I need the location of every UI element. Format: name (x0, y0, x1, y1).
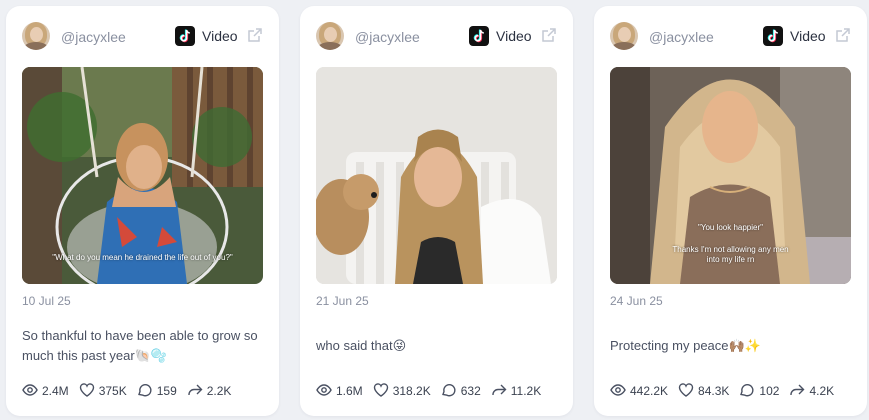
likes-stat: 375K (79, 382, 127, 401)
eye-icon (316, 382, 336, 401)
card-header: @jacyxlee Video (610, 22, 853, 50)
comments-stat: 632 (441, 382, 481, 401)
content-type-label: Video (790, 28, 826, 44)
comments-count: 102 (759, 384, 780, 398)
username[interactable]: @jacyxlee (61, 29, 126, 45)
likes-count: 318.2K (392, 384, 431, 398)
likes-count: 84.3K (698, 384, 730, 398)
views-stat: 2.4M (22, 382, 69, 401)
card-header: @jacyxlee Video (316, 22, 559, 50)
tiktok-icon (763, 26, 783, 46)
username[interactable]: @jacyxlee (355, 29, 420, 45)
content-type-label: Video (202, 28, 238, 44)
post-card[interactable]: @jacyxlee Video "You look happier" Thank… (594, 6, 867, 416)
thumbnail-caption: "What do you mean he drained the life ou… (52, 253, 233, 262)
views-count: 1.6M (336, 384, 363, 398)
video-thumbnail[interactable] (316, 67, 557, 284)
share-icon (491, 382, 511, 401)
likes-stat: 84.3K (678, 382, 729, 401)
post-date: 10 Jul 25 (22, 294, 71, 308)
post-stats: 2.4M 375K 159 2.2K (22, 382, 241, 400)
shares-stat: 2.2K (187, 382, 232, 401)
post-description: who said that😜 (316, 338, 407, 353)
external-link-icon[interactable] (540, 26, 558, 44)
thumbnail-caption-line2: Thanks I'm not allowing any men into my … (672, 245, 789, 264)
heart-icon (678, 382, 698, 401)
shares-count: 4.2K (809, 384, 835, 398)
avatar[interactable] (610, 22, 638, 50)
comments-stat: 159 (137, 382, 177, 401)
card-header: @jacyxlee Video (22, 22, 265, 50)
comments-count: 632 (460, 384, 481, 398)
post-card[interactable]: @jacyxlee Video (6, 6, 279, 416)
post-date: 21 Jun 25 (316, 294, 369, 308)
tiktok-icon (175, 26, 195, 46)
post-description: Protecting my peace🙌🏽✨ (610, 338, 761, 353)
views-count: 2.4M (42, 384, 69, 398)
share-icon (789, 382, 809, 401)
eye-icon (22, 382, 42, 401)
comments-count: 159 (156, 384, 177, 398)
post-date: 24 Jun 25 (610, 294, 663, 308)
shares-count: 11.2K (510, 384, 542, 398)
likes-stat: 318.2K (373, 382, 431, 401)
external-link-icon[interactable] (834, 26, 852, 44)
external-link-icon[interactable] (246, 26, 264, 44)
content-type-label: Video (496, 28, 532, 44)
views-count: 442.2K (630, 384, 669, 398)
heart-icon (79, 382, 99, 401)
shares-stat: 4.2K (789, 382, 834, 401)
post-stats: 442.2K 84.3K 102 4.2K (610, 382, 844, 400)
eye-icon (610, 382, 630, 401)
comment-icon (137, 382, 157, 401)
video-thumbnail[interactable]: "You look happier" Thanks I'm not allowi… (610, 67, 851, 284)
tiktok-icon (469, 26, 489, 46)
likes-count: 375K (98, 384, 127, 398)
video-thumbnail[interactable]: "What do you mean he drained the life ou… (22, 67, 263, 284)
shares-stat: 11.2K (491, 382, 541, 401)
comment-icon (441, 382, 461, 401)
share-icon (187, 382, 207, 401)
avatar[interactable] (316, 22, 344, 50)
heart-icon (373, 382, 393, 401)
post-description: So thankful to have been able to grow so… (22, 328, 258, 363)
avatar[interactable] (22, 22, 50, 50)
views-stat: 442.2K (610, 382, 668, 401)
username[interactable]: @jacyxlee (649, 29, 714, 45)
thumbnail-caption-line1: "You look happier" (698, 223, 763, 232)
views-stat: 1.6M (316, 382, 363, 401)
comment-icon (739, 382, 759, 401)
post-stats: 1.6M 318.2K 632 11.2K (316, 382, 551, 400)
shares-count: 2.2K (206, 384, 232, 398)
post-card[interactable]: @jacyxlee Video (300, 6, 573, 416)
comments-stat: 102 (739, 382, 779, 401)
